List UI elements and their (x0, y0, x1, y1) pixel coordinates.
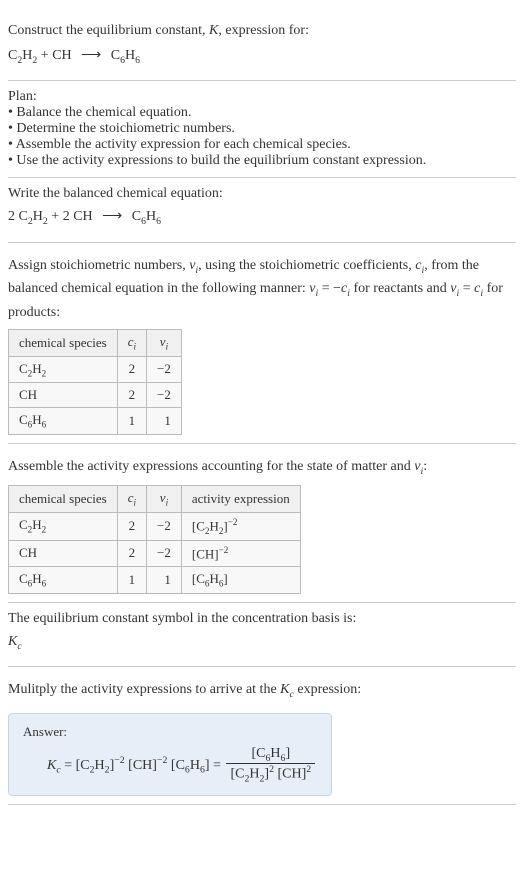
col-species: chemical species (9, 329, 118, 356)
multiply-section: Mulitply the activity expressions to arr… (8, 667, 516, 805)
reactant-c2h2: C2H2 (19, 209, 48, 224)
ci-cell: 2 (117, 383, 146, 408)
nui-cell: −2 (147, 356, 182, 383)
species-cell: C2H2 (9, 356, 118, 383)
expression-for: , expression for: (218, 23, 309, 38)
kc-expression: Kc = [C2H2]−2 [CH]−2 [C6H6] = [C6H6][C2H… (23, 746, 317, 785)
numerator: [C6H6] (226, 746, 315, 765)
reaction-unbalanced: C2H2 + CH ⟶ C6H6 (8, 45, 516, 68)
species-cell: C6H6 (9, 567, 118, 594)
col-ci: ci (117, 329, 146, 356)
species-cell: C2H2 (9, 512, 118, 540)
table-row: C2H2 2 −2 (9, 356, 182, 383)
ci-cell: 1 (117, 567, 146, 594)
nui-cell: −2 (147, 383, 182, 408)
species-cell: CH (9, 540, 118, 566)
reactant-ch: CH (52, 48, 71, 63)
construct-line: Construct the equilibrium constant, K, e… (8, 20, 516, 41)
table-header-row: chemical species ci νi activity expressi… (9, 486, 301, 513)
table-row: C2H2 2 −2 [C2H2]−2 (9, 512, 301, 540)
nui-cell: 1 (147, 408, 182, 435)
reactant-c2h2: C2H2 (8, 48, 37, 63)
table-row: C6H6 1 1 (9, 408, 182, 435)
coef-1: 2 (8, 209, 19, 224)
ci-cell: 2 (117, 356, 146, 383)
fraction: [C6H6][C2H2]2 [CH]2 (226, 746, 315, 785)
stoich-text: Assign stoichiometric numbers, νi, using… (8, 255, 516, 323)
symbol-section: The equilibrium constant symbol in the c… (8, 603, 516, 667)
plus-1: + (37, 48, 52, 63)
intro-section: Construct the equilibrium constant, K, e… (8, 8, 516, 81)
activity-intro: Assemble the activity expressions accoun… (8, 456, 516, 479)
reaction-balanced: 2 C2H2 + 2 CH ⟶ C6H6 (8, 206, 516, 229)
answer-label: Answer: (23, 724, 317, 740)
K-var: K (209, 23, 218, 38)
species-cell: C6H6 (9, 408, 118, 435)
plan-list: Balance the chemical equation. Determine… (8, 105, 516, 169)
col-activity: activity expression (181, 486, 300, 513)
table-row: CH 2 −2 [CH]−2 (9, 540, 301, 566)
plan-item: Assemble the activity expression for eac… (8, 137, 516, 153)
table-row: CH 2 −2 (9, 383, 182, 408)
table-header-row: chemical species ci νi (9, 329, 182, 356)
product-c6h6: C6H6 (132, 209, 161, 224)
activity-section: Assemble the activity expressions accoun… (8, 444, 516, 603)
answer-box: Answer: Kc = [C2H2]−2 [CH]−2 [C6H6] = [C… (8, 713, 332, 796)
activity-cell: [C6H6] (181, 567, 300, 594)
plan-section: Plan: Balance the chemical equation. Det… (8, 81, 516, 178)
plan-label: Plan: (8, 89, 516, 105)
nui-cell: −2 (147, 512, 182, 540)
plus-2: + (48, 209, 63, 224)
activity-cell: [C2H2]−2 (181, 512, 300, 540)
activity-table: chemical species ci νi activity expressi… (8, 485, 301, 593)
product-c6h6: C6H6 (111, 48, 140, 63)
construct-text: Construct the equilibrium constant, (8, 23, 209, 38)
multiply-text: Mulitply the activity expressions to arr… (8, 679, 516, 702)
coef-2: 2 (63, 209, 74, 224)
nui-cell: −2 (147, 540, 182, 566)
reactant-ch: CH (73, 209, 92, 224)
denominator: [C2H2]2 [CH]2 (226, 764, 315, 784)
col-species: chemical species (9, 486, 118, 513)
col-ci: ci (117, 486, 146, 513)
activity-cell: [CH]−2 (181, 540, 300, 566)
col-nui: νi (147, 486, 182, 513)
ci-cell: 1 (117, 408, 146, 435)
plan-item: Balance the chemical equation. (8, 105, 516, 121)
balanced-intro: Write the balanced chemical equation: (8, 186, 516, 202)
table-row: C6H6 1 1 [C6H6] (9, 567, 301, 594)
symbol-text: The equilibrium constant symbol in the c… (8, 611, 516, 627)
nui-cell: 1 (147, 567, 182, 594)
stoich-table: chemical species ci νi C2H2 2 −2 CH 2 −2… (8, 329, 182, 435)
ci-cell: 2 (117, 540, 146, 566)
ci-cell: 2 (117, 512, 146, 540)
plan-item: Use the activity expressions to build th… (8, 153, 516, 169)
kc-symbol: Kc (8, 631, 516, 654)
species-cell: CH (9, 383, 118, 408)
col-nui: νi (147, 329, 182, 356)
arrow-icon: ⟶ (81, 48, 101, 63)
balanced-section: Write the balanced chemical equation: 2 … (8, 178, 516, 242)
plan-item: Determine the stoichiometric numbers. (8, 121, 516, 137)
arrow-icon: ⟶ (102, 209, 122, 224)
stoich-section: Assign stoichiometric numbers, νi, using… (8, 243, 516, 444)
